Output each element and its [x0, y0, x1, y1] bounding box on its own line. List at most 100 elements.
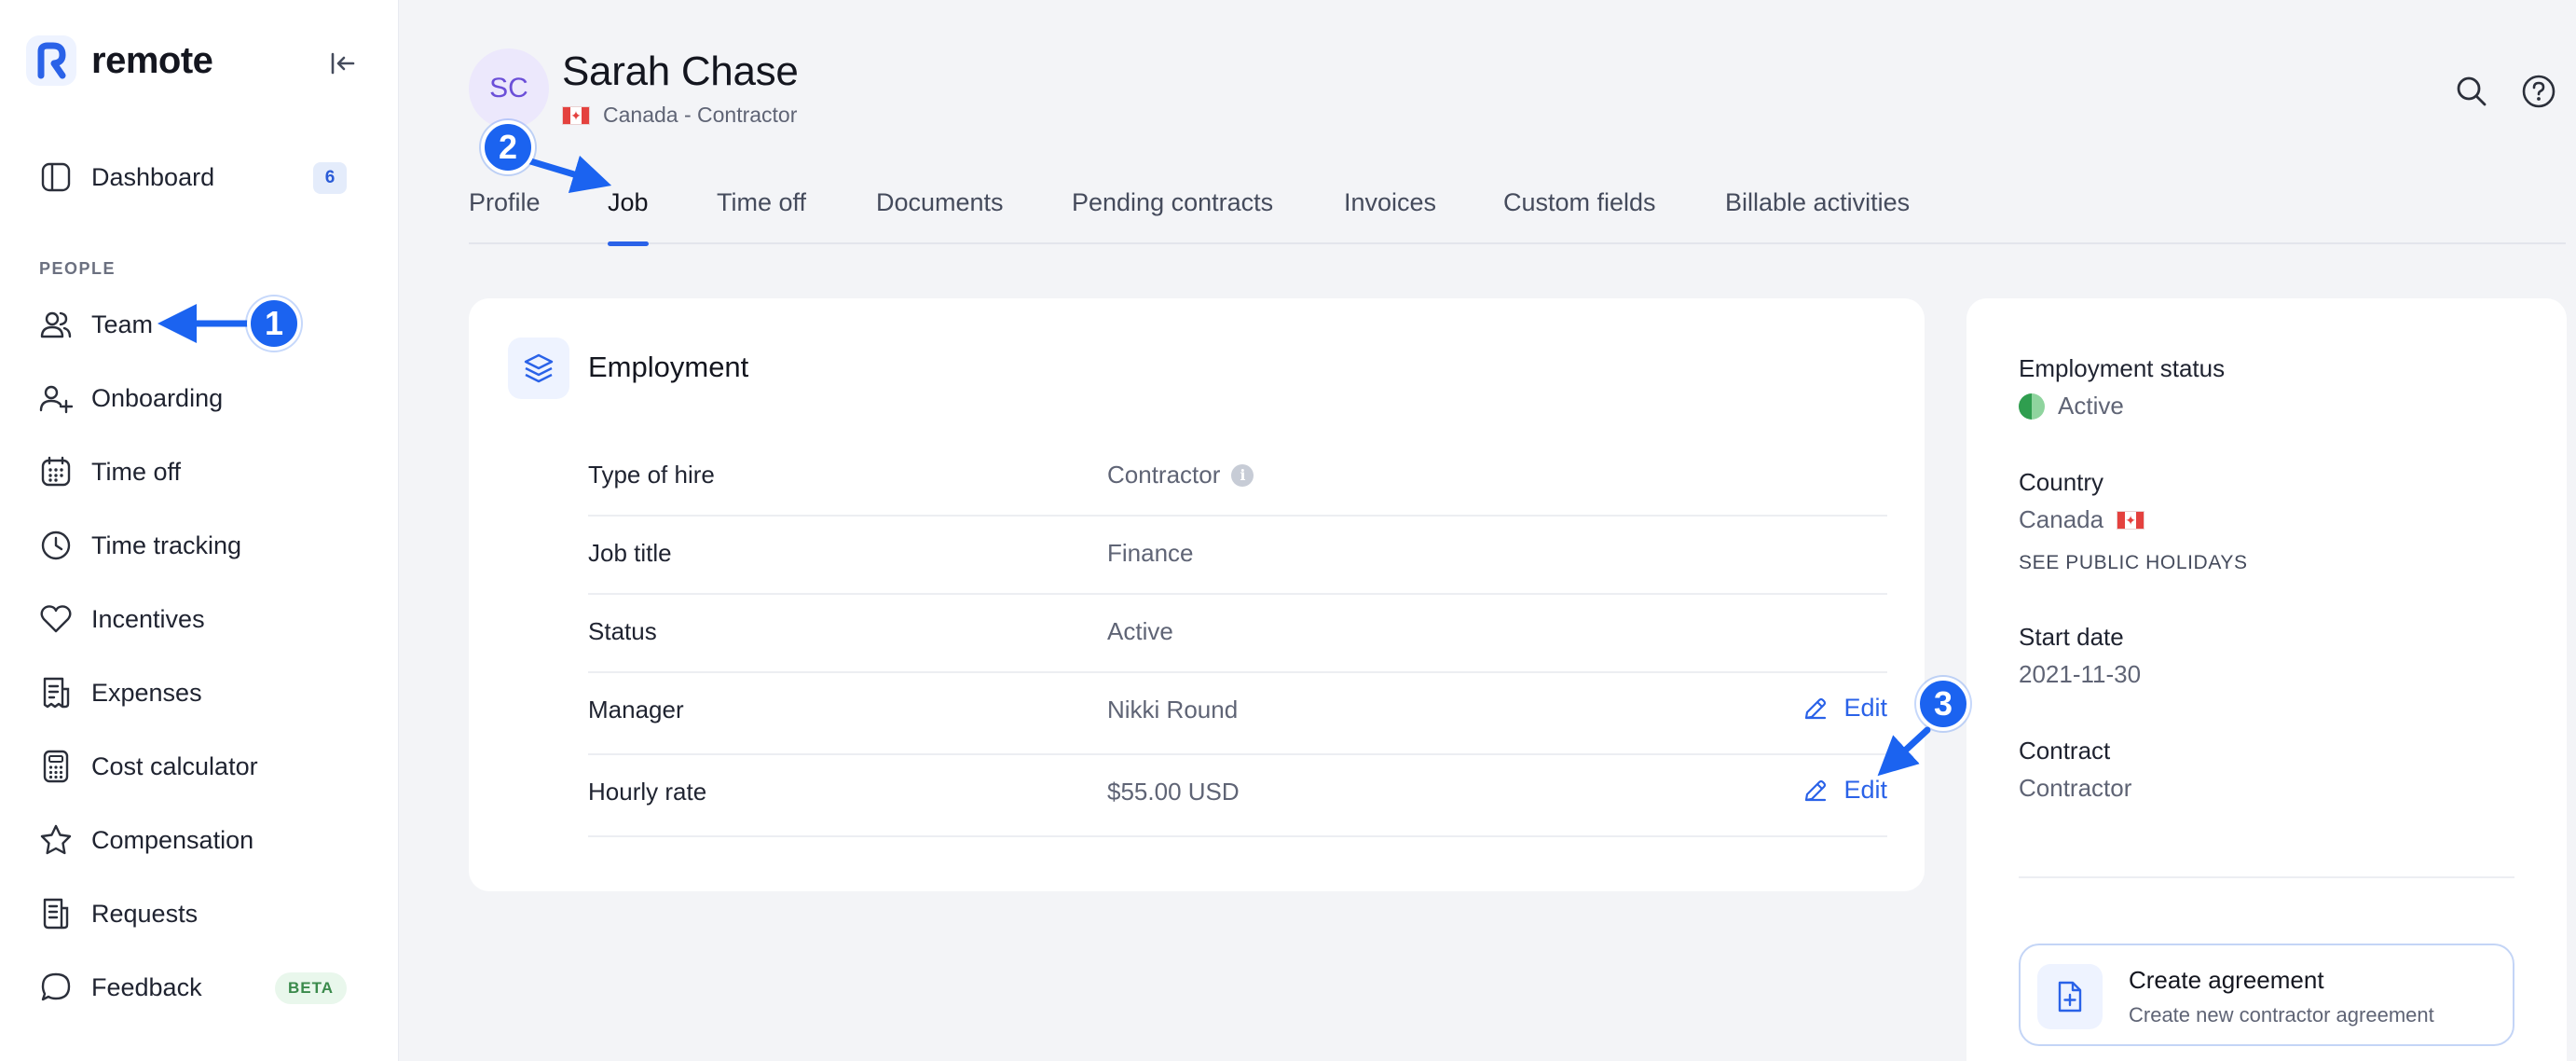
team-icon	[37, 306, 75, 343]
row-label: Hourly rate	[588, 778, 707, 806]
employment-card: Employment Type of hire Contractor i Job…	[469, 298, 1925, 891]
tab-documents[interactable]: Documents	[876, 188, 1004, 244]
canada-flag-icon: ✦	[562, 105, 590, 125]
sidebar-item-label: Expenses	[91, 678, 202, 707]
search-icon[interactable]	[2449, 69, 2494, 114]
employment-status-label: Employment status	[2019, 354, 2226, 382]
card-title: Employment	[588, 351, 749, 383]
create-agreement-button[interactable]: Create agreement Create new contractor a…	[2019, 944, 2514, 1046]
section-label-people: PEOPLE	[39, 259, 116, 278]
heart-icon	[37, 600, 75, 638]
row-value: $55.00 USD	[1107, 778, 1240, 806]
tab-bar: Profile Job Time off Documents Pending c…	[469, 177, 2566, 246]
sidebar-item-requests[interactable]: Requests	[37, 888, 363, 940]
tab-custom-fields[interactable]: Custom fields	[1503, 188, 1656, 244]
sidebar-item-label: Cost calculator	[91, 751, 258, 780]
calculator-icon	[37, 748, 75, 785]
sidebar-item-label: Time tracking	[91, 530, 242, 559]
employment-status-value: Active	[2019, 392, 2124, 420]
sidebar-item-expenses[interactable]: Expenses	[37, 667, 363, 719]
layers-icon	[508, 338, 569, 399]
document-list-icon	[37, 895, 75, 932]
page-title: Sarah Chase	[562, 48, 799, 94]
tab-time-off[interactable]: Time off	[717, 188, 806, 244]
chat-bubble-icon	[37, 969, 75, 1006]
help-icon[interactable]	[2516, 69, 2561, 114]
step-marker-3: 3	[1916, 677, 1970, 731]
person-subtitle-text: Canada - Contractor	[603, 103, 798, 127]
row-value: Finance	[1107, 539, 1194, 567]
sidebar-item-onboarding[interactable]: Onboarding	[37, 372, 363, 424]
type-of-hire-value: Contractor	[1107, 461, 1221, 489]
row-value: Nikki Round	[1107, 696, 1239, 723]
beta-tag: BETA	[274, 972, 347, 1004]
canada-flag-icon: ✦	[2117, 510, 2145, 530]
contract-label: Contract	[2019, 737, 2111, 765]
sidebar-item-label: Team	[91, 310, 154, 338]
edit-label: Edit	[1843, 694, 1887, 722]
clock-icon	[37, 527, 75, 564]
star-icon	[37, 821, 75, 859]
edit-manager-button[interactable]: Edit	[1802, 694, 1887, 723]
sidebar-item-label: Incentives	[91, 604, 205, 633]
country-label: Country	[2019, 468, 2104, 496]
sidebar: remote Dashboard 6 PEOPLE Team Onboardin…	[0, 0, 399, 1061]
step-marker-1: 1	[247, 296, 301, 351]
sidebar-item-incentives[interactable]: Incentives	[37, 593, 363, 645]
row-label: Job title	[588, 539, 672, 567]
country-text: Canada	[2019, 505, 2104, 533]
tab-job[interactable]: Job	[608, 188, 649, 246]
sidebar-item-time-tracking[interactable]: Time tracking	[37, 519, 363, 572]
add-user-icon	[37, 379, 75, 417]
dashboard-icon	[37, 158, 75, 196]
edit-hourly-rate-button[interactable]: Edit	[1802, 776, 1887, 805]
brand-name: remote	[91, 39, 213, 81]
collapse-left-icon[interactable]	[322, 43, 363, 84]
tab-profile[interactable]: Profile	[469, 188, 541, 244]
tab-billable-activities[interactable]: Billable activities	[1725, 188, 1910, 244]
contract-value: Contractor	[2019, 774, 2132, 802]
receipt-icon	[37, 674, 75, 711]
row-label: Status	[588, 617, 657, 645]
calendar-icon	[37, 453, 75, 490]
table-row: Job title Finance	[588, 517, 1887, 595]
table-row: Status Active	[588, 595, 1887, 673]
summary-card: Employment status Active Country Canada …	[1966, 298, 2567, 1061]
sidebar-item-dashboard[interactable]: Dashboard 6	[37, 151, 363, 203]
sidebar-item-label: Requests	[91, 899, 199, 928]
table-row: Type of hire Contractor i	[588, 438, 1887, 517]
start-date-value: 2021-11-30	[2019, 660, 2142, 688]
sidebar-item-label: Time off	[91, 457, 182, 486]
start-date-label: Start date	[2019, 623, 2124, 651]
create-agreement-title: Create agreement	[2129, 966, 2324, 994]
status-text: Active	[2058, 392, 2124, 420]
sidebar-item-label: Onboarding	[91, 383, 224, 412]
row-label: Manager	[588, 696, 684, 723]
sidebar-item-label: Dashboard	[91, 162, 215, 191]
sidebar-item-compensation[interactable]: Compensation	[37, 814, 363, 866]
row-label: Type of hire	[588, 461, 715, 489]
sidebar-item-team[interactable]: Team	[37, 298, 363, 351]
sidebar-item-label: Feedback	[91, 972, 202, 1001]
count-badge: 6	[313, 162, 347, 194]
info-icon[interactable]: i	[1231, 463, 1254, 487]
sidebar-item-time-off[interactable]: Time off	[37, 446, 363, 498]
pencil-icon	[1805, 697, 1827, 719]
country-value: Canada ✦	[2019, 505, 2145, 534]
sidebar-item-label: Compensation	[91, 825, 254, 854]
row-value: Active	[1107, 617, 1173, 645]
edit-label: Edit	[1843, 776, 1887, 804]
person-subtitle: ✦ Canada - Contractor	[562, 103, 797, 128]
tab-invoices[interactable]: Invoices	[1344, 188, 1436, 244]
avatar: SC	[469, 48, 549, 129]
row-value: Contractor i	[1107, 461, 1254, 489]
see-public-holidays-link[interactable]: SEE PUBLIC HOLIDAYS	[2019, 552, 2248, 574]
divider	[2019, 876, 2514, 878]
table-row: Hourly rate $55.00 USD Edit	[588, 755, 1887, 837]
brand[interactable]: remote	[26, 35, 213, 86]
sidebar-item-cost-calculator[interactable]: Cost calculator	[37, 740, 363, 792]
pencil-icon	[1805, 779, 1827, 801]
add-document-icon	[2037, 964, 2103, 1029]
tab-pending-contracts[interactable]: Pending contracts	[1072, 188, 1273, 244]
sidebar-item-feedback[interactable]: Feedback BETA	[37, 961, 363, 1013]
